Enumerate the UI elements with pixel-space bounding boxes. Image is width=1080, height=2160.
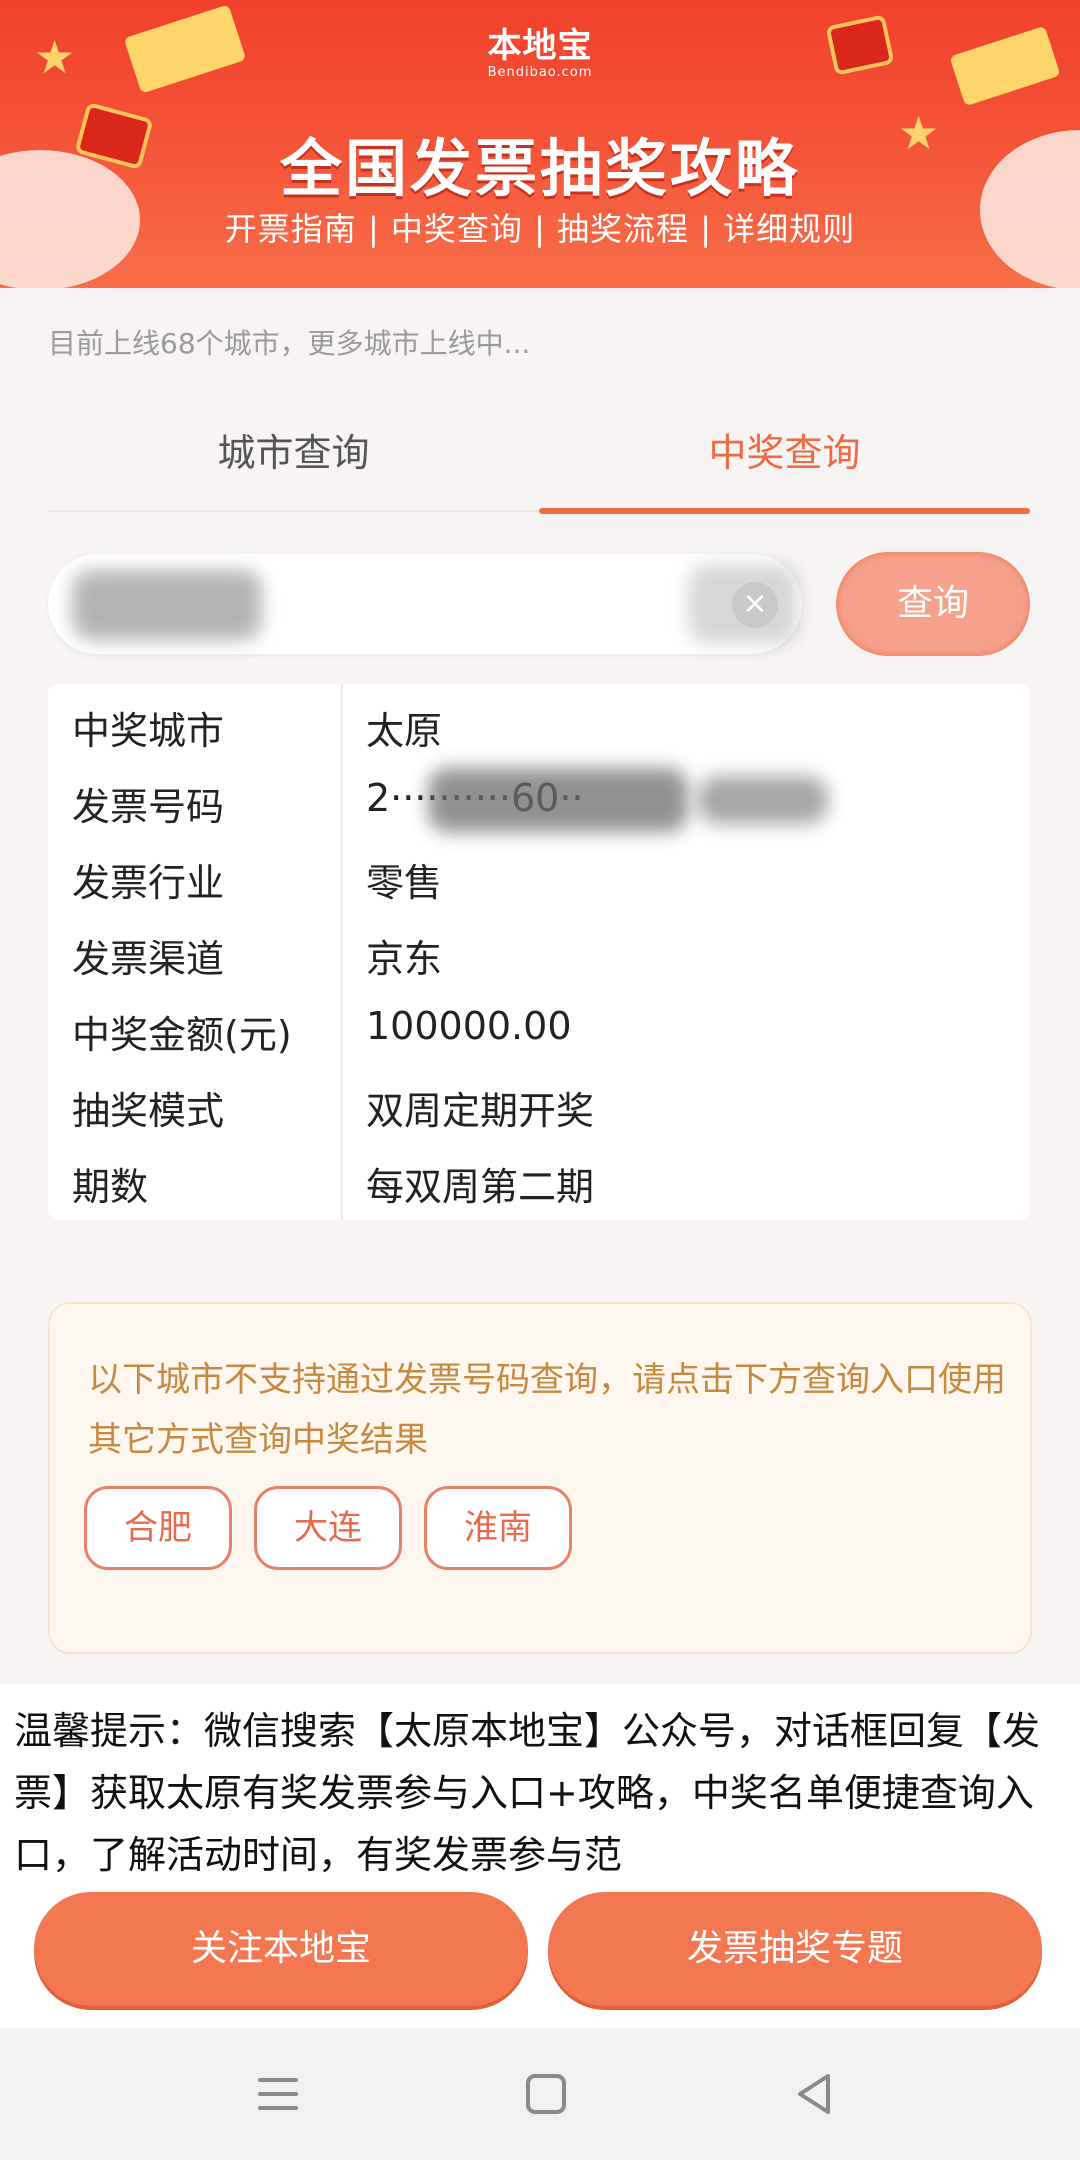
row-key: 中奖金额(元) <box>72 1013 292 1057</box>
row-key: 抽奖模式 <box>72 1089 225 1133</box>
table-row: 期数 每双周第二期 <box>48 1140 1030 1216</box>
row-value: 零售 <box>366 861 443 905</box>
row-value: 每双周第二期 <box>366 1165 595 1209</box>
follow-button[interactable]: 关注本地宝 <box>34 1892 528 2006</box>
city-button-hefei[interactable]: 合肥 <box>84 1486 232 1570</box>
table-row: 发票渠道 京东 <box>48 912 1030 988</box>
table-row: 发票行业 零售 <box>48 836 1030 912</box>
logo-domain: Bendibao.com <box>487 65 593 80</box>
row-key: 中奖城市 <box>72 709 225 753</box>
brand-logo: 本地宝 Bendibao.com <box>0 18 1080 80</box>
row-key: 发票号码 <box>72 785 225 829</box>
row-value: 京东 <box>366 937 443 981</box>
page-title: 全国发票抽奖攻略 <box>279 132 800 205</box>
row-value: 太原 <box>366 709 443 753</box>
back-icon[interactable] <box>786 2066 842 2122</box>
tab-city-query[interactable]: 城市查询 <box>48 422 539 477</box>
city-button-dalian[interactable]: 大连 <box>254 1486 402 1570</box>
table-row: 中奖城市 太原 <box>48 684 1030 760</box>
result-table: 中奖城市 太原 发票号码 2··········60·· 发票行业 零售 发票渠… <box>48 684 1030 1220</box>
row-key: 期数 <box>72 1165 149 1209</box>
bottom-action-bar: 关注本地宝 发票抽奖专题 <box>0 1872 1080 2028</box>
table-row: 发票号码 2··········60·· <box>48 760 1030 836</box>
banner-subtitle: 开票指南 | 中奖查询 | 抽奖流程 | 详细规则 <box>224 210 856 248</box>
tab-bar: 城市查询 中奖查询 <box>48 404 1030 514</box>
row-key: 发票行业 <box>72 861 225 905</box>
row-value: 双周定期开奖 <box>366 1089 595 1133</box>
redacted-invoice-number <box>698 776 828 824</box>
city-button-huainan[interactable]: 淮南 <box>424 1486 572 1570</box>
system-nav-bar <box>0 2028 1080 2160</box>
header-banner: ★ ★ 本地宝 Bendibao.com 全国发票抽奖攻略 开票指南 | 中奖查… <box>0 0 1080 288</box>
tab-prize-query[interactable]: 中奖查询 <box>539 422 1030 477</box>
active-tab-indicator <box>539 508 1030 514</box>
invoice-search-input[interactable]: × <box>48 554 802 654</box>
table-row: 抽奖模式 双周定期开奖 <box>48 1064 1030 1140</box>
row-key: 发票渠道 <box>72 937 225 981</box>
redacted-input-text <box>72 570 262 640</box>
clear-icon[interactable]: × <box>732 582 778 628</box>
tip-text: 温馨提示：微信搜索【太原本地宝】公众号，对话框回复【发票】获取太原有奖发票参与入… <box>14 1709 1041 1877</box>
menu-icon[interactable] <box>250 2066 306 2122</box>
city-count-notice: 目前上线68个城市，更多城市上线中... <box>48 327 531 360</box>
row-value: 100000.00 <box>366 1004 572 1048</box>
query-button[interactable]: 查询 <box>836 552 1030 656</box>
redacted-invoice-number <box>428 768 688 832</box>
unsupported-cities-card: 以下城市不支持通过发票号码查询，请点击下方查询入口使用其它方式查询中奖结果 合肥… <box>48 1302 1032 1654</box>
tip-panel: 温馨提示：微信搜索【太原本地宝】公众号，对话框回复【发票】获取太原有奖发票参与入… <box>0 1684 1080 1894</box>
unsupported-message: 以下城市不支持通过发票号码查询，请点击下方查询入口使用其它方式查询中奖结果 <box>88 1360 1006 1460</box>
invoice-topic-button[interactable]: 发票抽奖专题 <box>548 1892 1042 2006</box>
logo-text: 本地宝 <box>487 26 593 66</box>
table-row: 中奖金额(元) 100000.00 <box>48 988 1030 1064</box>
home-icon[interactable] <box>518 2066 574 2122</box>
query-button-label: 查询 <box>896 583 969 624</box>
